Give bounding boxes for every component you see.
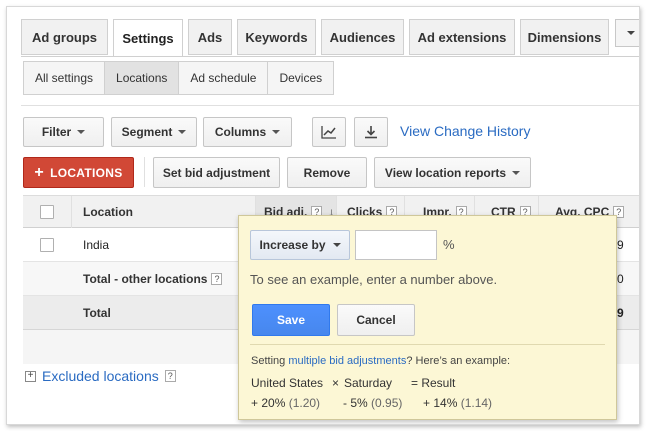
- excluded-locations-label: Excluded locations: [42, 368, 159, 384]
- example-result-percent: + 14%: [423, 396, 458, 410]
- toolbar-separator: [144, 157, 145, 187]
- times-sign: ×: [332, 376, 340, 390]
- avg-cpc-value: 0: [617, 271, 624, 286]
- view-location-reports-label: View location reports: [384, 165, 507, 180]
- download-icon: [365, 126, 377, 139]
- example-hint: To see an example, enter a number above.: [250, 272, 498, 287]
- header-select-all-cell: [23, 196, 72, 228]
- set-bid-adjustment-button[interactable]: Set bid adjustment: [153, 157, 280, 188]
- multiple-adjustments-note: Setting multiple bid adjustments? Here’s…: [251, 355, 510, 367]
- subtab-locations[interactable]: Locations: [105, 62, 180, 94]
- segment-button[interactable]: Segment: [111, 117, 197, 147]
- chart-toggle-button[interactable]: [312, 117, 346, 147]
- subtab-ad-schedule[interactable]: Ad schedule: [179, 62, 269, 94]
- more-tabs-button[interactable]: [615, 19, 639, 47]
- location-name[interactable]: India: [83, 228, 109, 261]
- total-label: Total: [83, 305, 111, 320]
- example-b-multiplier: (0.95): [371, 396, 403, 410]
- save-button[interactable]: Save: [252, 304, 330, 336]
- select-all-checkbox[interactable]: [40, 205, 54, 219]
- adjustment-mode-dropdown[interactable]: Increase by: [250, 230, 350, 260]
- view-location-reports-button[interactable]: View location reports: [374, 157, 531, 188]
- tab-settings[interactable]: Settings: [113, 19, 183, 57]
- chevron-down-icon: [332, 243, 341, 247]
- other-locations-total: Total - other locations ?: [83, 262, 223, 295]
- avg-cpc-value: 9: [617, 237, 624, 252]
- add-locations-label: LOCATIONS: [50, 165, 123, 180]
- note-prefix: Setting: [251, 355, 289, 367]
- tab-ad-groups[interactable]: Ad groups: [21, 19, 108, 55]
- example-result-value: + 14% (1.14): [423, 396, 492, 410]
- header-location[interactable]: Location: [72, 196, 256, 228]
- header-location-label: Location: [83, 205, 133, 219]
- example-b-label: Saturday: [344, 376, 393, 390]
- tab-ads[interactable]: Ads: [188, 19, 232, 55]
- tab-keywords[interactable]: Keywords: [237, 19, 316, 55]
- example-a-multiplier: (1.20): [288, 396, 321, 410]
- tabs-divider: [21, 56, 639, 57]
- example-values-row: + 20% (1.20) - 5% (0.95) + 14% (1.14): [251, 396, 611, 412]
- line-chart-icon: [321, 126, 336, 139]
- filter-button[interactable]: Filter: [23, 117, 104, 147]
- cancel-button[interactable]: Cancel: [337, 304, 415, 336]
- tab-dimensions[interactable]: Dimensions: [520, 19, 609, 55]
- settings-subtabs: All settings Locations Ad schedule Devic…: [23, 61, 335, 95]
- remove-button[interactable]: Remove: [287, 157, 367, 188]
- multiple-bid-adjustments-link[interactable]: multiple bid adjustments: [288, 355, 406, 367]
- bid-adjustment-popup: Increase by % To see an example, enter a…: [238, 215, 617, 420]
- example-result-label: = Result: [411, 376, 456, 390]
- note-suffix: ? Here’s an example:: [406, 355, 511, 367]
- main-tabs: Ad groups Settings Ads Keywords Audience…: [21, 19, 639, 57]
- chevron-down-icon: [627, 31, 635, 35]
- example-a-label: United States: [251, 376, 324, 390]
- bid-adjustment-input[interactable]: [355, 230, 437, 260]
- subtab-devices[interactable]: Devices: [268, 62, 333, 94]
- add-locations-button[interactable]: + LOCATIONS: [23, 157, 134, 188]
- chevron-down-icon: [77, 130, 86, 134]
- adwords-panel: Ad groups Settings Ads Keywords Audience…: [6, 6, 640, 425]
- example-b-percent: - 5%: [343, 396, 368, 410]
- view-change-history-link[interactable]: View Change History: [400, 123, 530, 139]
- avg-cpc-value: 9: [617, 305, 624, 320]
- filter-label: Filter: [41, 125, 72, 139]
- segment-label: Segment: [121, 125, 173, 139]
- tab-ad-extensions[interactable]: Ad extensions: [409, 19, 515, 55]
- plus-icon: +: [34, 163, 45, 181]
- tab-audiences[interactable]: Audiences: [321, 19, 404, 55]
- example-a-percent: + 20%: [251, 396, 286, 410]
- help-icon[interactable]: ?: [211, 272, 223, 285]
- columns-label: Columns: [214, 125, 267, 139]
- adjustment-mode-label: Increase by: [259, 238, 326, 252]
- example-b-value: - 5% (0.95): [343, 396, 402, 410]
- expand-icon: +: [25, 370, 36, 382]
- download-button[interactable]: [354, 117, 388, 147]
- chevron-down-icon: [178, 130, 187, 134]
- example-a-value: + 20% (1.20): [251, 396, 320, 410]
- excluded-locations-toggle[interactable]: + Excluded locations ?: [25, 368, 176, 384]
- help-icon[interactable]: ?: [164, 370, 176, 382]
- percent-sign: %: [443, 237, 455, 252]
- chevron-down-icon: [272, 130, 281, 134]
- columns-button[interactable]: Columns: [203, 117, 292, 147]
- popup-divider: [250, 344, 605, 345]
- example-result-multiplier: (1.14): [460, 396, 493, 410]
- example-header-row: United States × Saturday = Result: [251, 376, 611, 392]
- subtab-all-settings[interactable]: All settings: [24, 62, 106, 94]
- chevron-down-icon: [512, 170, 521, 175]
- other-locations-label: Total - other locations: [83, 271, 208, 286]
- section-divider: [21, 105, 639, 106]
- row-checkbox[interactable]: [40, 238, 54, 252]
